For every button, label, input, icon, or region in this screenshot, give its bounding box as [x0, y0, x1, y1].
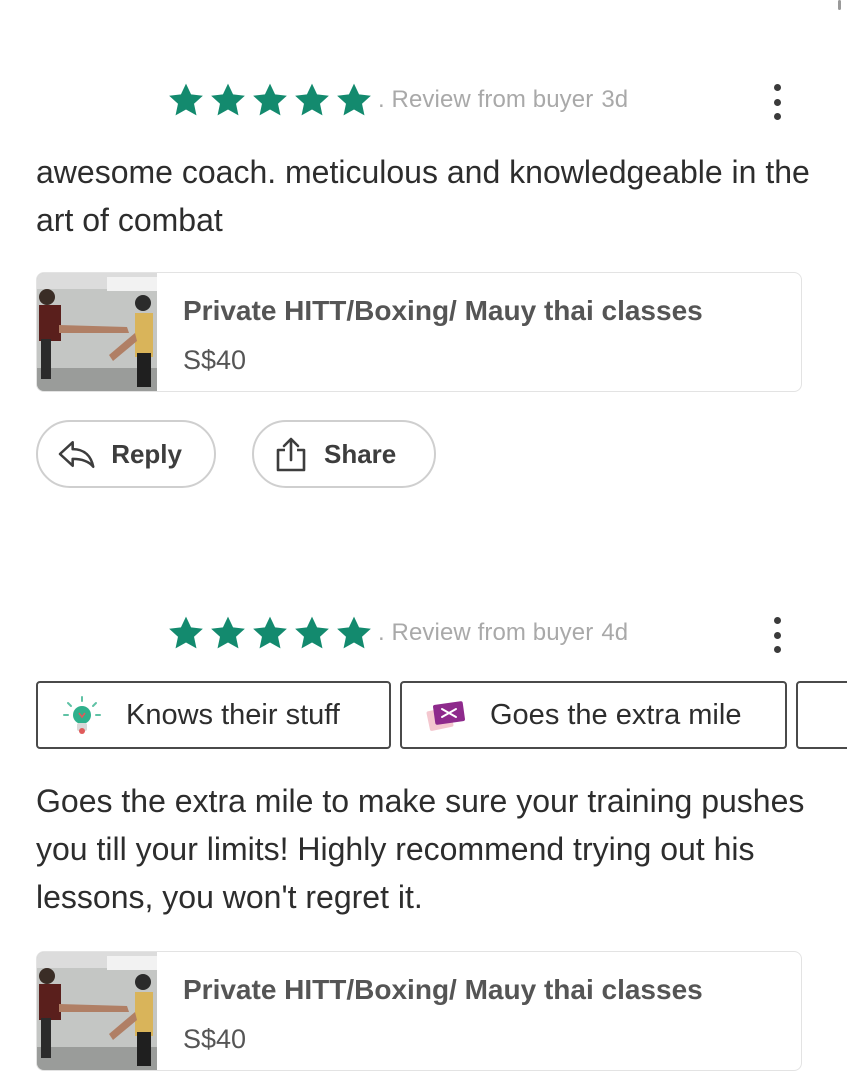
star-icon	[334, 615, 374, 651]
star-icon	[334, 82, 374, 118]
share-icon	[276, 437, 306, 472]
rating-row: . Review from buyer 3d	[166, 83, 628, 117]
ticket-icon	[426, 695, 466, 735]
lightbulb-icon	[62, 695, 102, 735]
share-label: Share	[324, 438, 397, 469]
star-icon	[292, 615, 332, 651]
reply-label: Reply	[111, 438, 182, 469]
star-icon	[250, 615, 290, 651]
rating-row: . Review from buyer 4d	[166, 616, 628, 650]
review-age: 3d	[601, 86, 629, 113]
listing-card[interactable]: Private HITT/Boxing/ Mauy thai classes S…	[36, 272, 802, 392]
listing-title: Private HITT/Boxing/ Mauy thai classes	[183, 974, 703, 1005]
reply-icon	[58, 440, 95, 468]
tag-label: Knows their stuff	[126, 698, 340, 731]
star-icon	[166, 615, 206, 651]
share-button[interactable]: Share	[252, 420, 436, 488]
listing-title: Private HITT/Boxing/ Mauy thai classes	[183, 295, 703, 326]
listing-price: S$40	[183, 345, 247, 375]
scrollbar[interactable]	[838, 0, 841, 10]
star-rating	[166, 615, 374, 651]
star-icon	[208, 615, 248, 651]
star-icon	[250, 82, 290, 118]
listing-price: S$40	[183, 1024, 247, 1054]
more-options-icon[interactable]	[762, 613, 792, 657]
compliment-tags: Knows their stuff Goes the extra mile	[36, 681, 847, 749]
tag-goes-the-extra-mile[interactable]: Goes the extra mile	[400, 681, 787, 749]
review-source: . Review from buyer	[378, 619, 594, 646]
review-text: Goes the extra mile to make sure your tr…	[36, 783, 805, 915]
tag-label: Goes the extra mile	[490, 698, 742, 731]
star-icon	[166, 82, 206, 118]
listing-thumbnail	[37, 273, 157, 391]
listing-card[interactable]: Private HITT/Boxing/ Mauy thai classes S…	[36, 951, 802, 1071]
star-icon	[208, 82, 248, 118]
more-options-icon[interactable]	[762, 80, 792, 124]
review-meta: . Review from buyer 4d	[378, 619, 628, 647]
tag-partial[interactable]	[796, 681, 847, 749]
star-icon	[292, 82, 332, 118]
tag-knows-their-stuff[interactable]: Knows their stuff	[36, 681, 391, 749]
review-meta: . Review from buyer 3d	[378, 86, 628, 114]
review-source: . Review from buyer	[378, 86, 594, 113]
reply-button[interactable]: Reply	[36, 420, 216, 488]
star-rating	[166, 82, 374, 118]
review-text: awesome coach. meticulous and knowledgea…	[36, 154, 810, 238]
listing-thumbnail	[37, 952, 157, 1070]
review-age: 4d	[601, 619, 629, 646]
